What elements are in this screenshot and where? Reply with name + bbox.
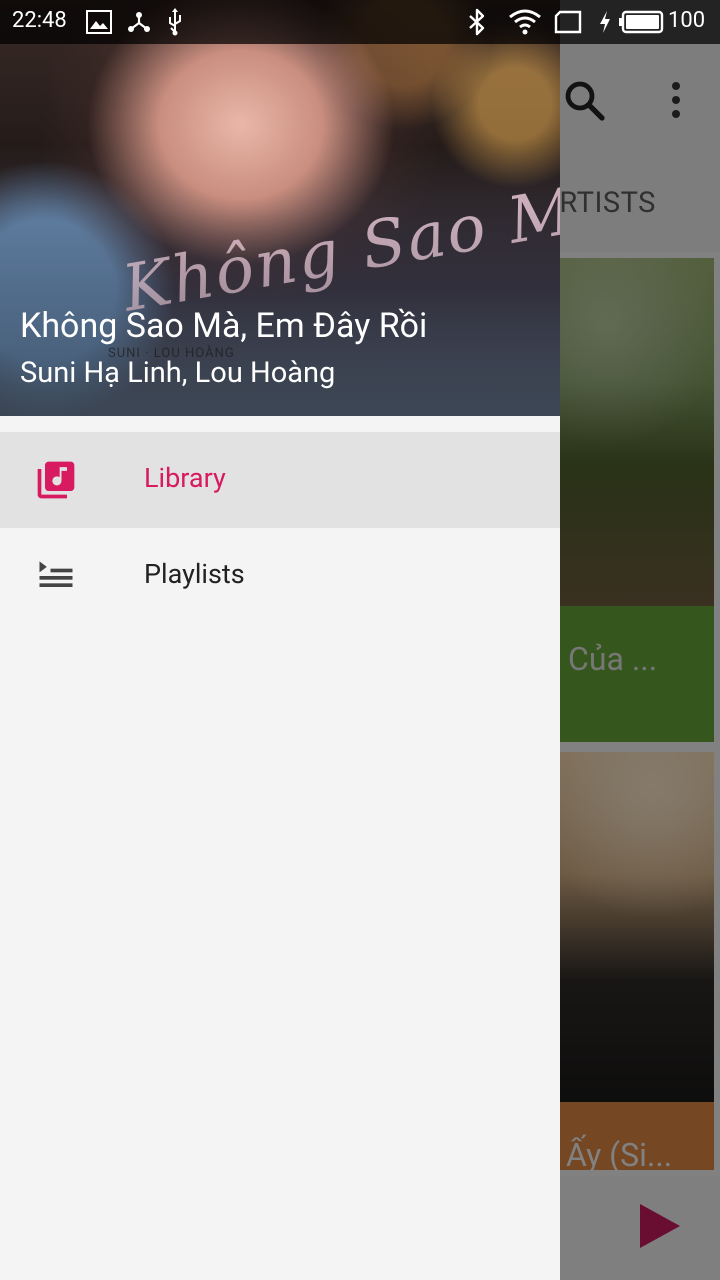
drawer-item-playlists[interactable]: Playlists xyxy=(0,528,560,624)
battery-percent: 100 xyxy=(668,8,706,33)
image-icon xyxy=(86,10,112,34)
battery-icon xyxy=(619,10,664,34)
charging-icon xyxy=(600,11,610,33)
drawer-item-label: Library xyxy=(144,462,226,494)
drawer-item-library[interactable]: Library xyxy=(0,432,560,528)
share-icon xyxy=(128,12,150,32)
drawer-item-label: Playlists xyxy=(144,558,245,590)
navigation-drawer: Không Sao Mà SUNI · LOU HOÀNG Không Sao … xyxy=(0,0,560,1280)
status-time: 22:48 xyxy=(12,8,67,33)
bluetooth-icon xyxy=(469,8,485,36)
sim-icon xyxy=(554,10,582,34)
now-playing-artist: Suni Hạ Linh, Lou Hoàng xyxy=(20,356,336,390)
usb-icon xyxy=(169,8,181,36)
wifi-icon xyxy=(509,9,541,35)
now-playing-title: Không Sao Mà, Em Đây Rồi xyxy=(20,306,428,346)
status-bar: 22:48 100 xyxy=(0,0,720,44)
playlist-icon xyxy=(39,561,73,587)
now-playing-header[interactable]: Không Sao Mà SUNI · LOU HOÀNG Không Sao … xyxy=(0,0,560,416)
library-music-icon xyxy=(37,461,75,499)
